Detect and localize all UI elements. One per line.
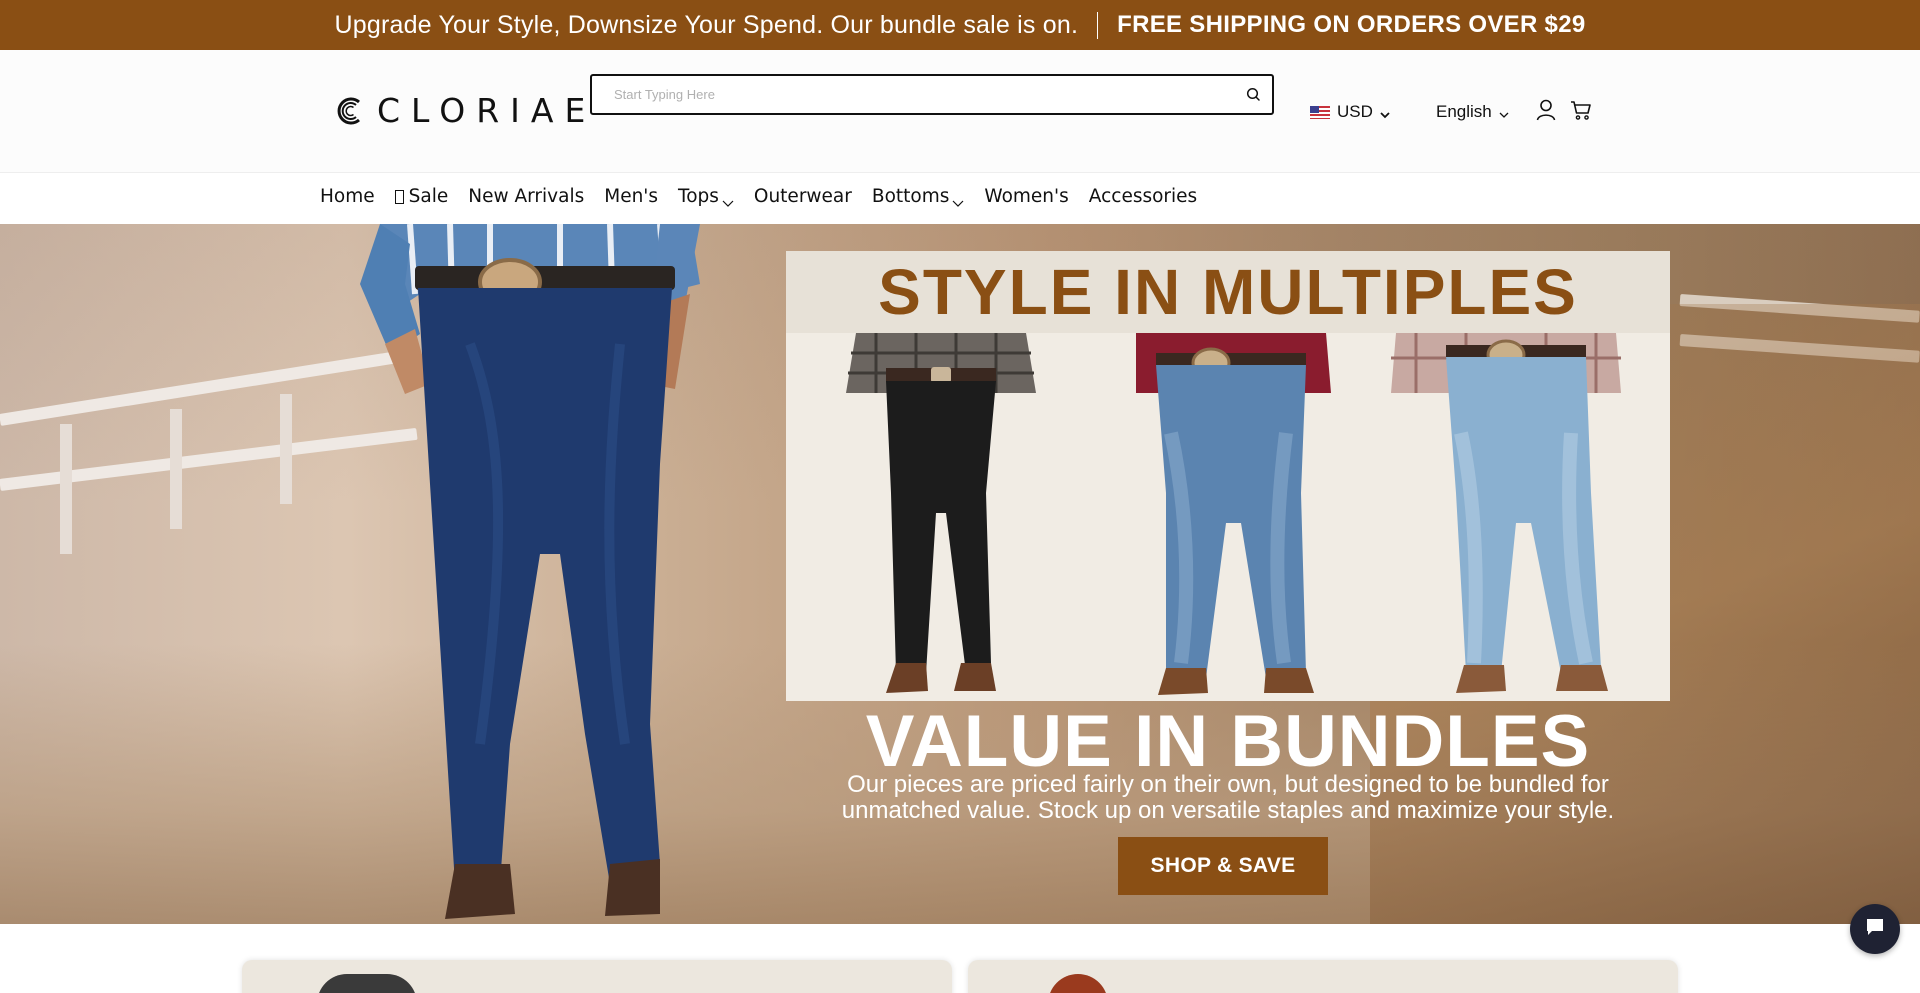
user-icon[interactable] bbox=[1535, 98, 1557, 122]
card-product-image bbox=[1048, 974, 1108, 993]
hero-banner: STYLE IN MULTIPLES VALUE IN BUNDLES Our … bbox=[0, 224, 1920, 924]
chevron-down-icon bbox=[1379, 106, 1391, 119]
search-box bbox=[590, 74, 1274, 115]
logo-mark-icon bbox=[335, 96, 365, 126]
nav-item-label: Accessories bbox=[1088, 186, 1198, 207]
announcement-bar: Upgrade Your Style, Downsize Your Spend.… bbox=[0, 0, 1920, 50]
nav-item-label: New Arrivals bbox=[468, 186, 585, 207]
nav-item-label: Tops bbox=[678, 186, 719, 207]
shop-and-save-button[interactable]: SHOP & SAVE bbox=[1118, 837, 1328, 895]
nav-item-outerwear[interactable]: Outerwear bbox=[754, 186, 852, 207]
site-logo[interactable]: CLORIAE bbox=[335, 94, 596, 127]
nav-item-label: Women's bbox=[984, 186, 1069, 207]
nav-item-label: Men's bbox=[604, 186, 659, 207]
bundle-promo-panel: STYLE IN MULTIPLES bbox=[786, 251, 1670, 701]
logo-text: CLORIAE bbox=[377, 91, 597, 130]
panel-title-band: STYLE IN MULTIPLES bbox=[786, 251, 1670, 333]
nav-item-label: Outerwear bbox=[753, 186, 852, 207]
hero-description: Our pieces are priced fairly on their ow… bbox=[841, 771, 1615, 824]
search-input[interactable] bbox=[592, 76, 1212, 113]
sale-icon bbox=[394, 189, 404, 204]
currency-label: USD bbox=[1337, 102, 1373, 121]
nav-item-bottoms[interactable]: Bottoms bbox=[872, 186, 965, 207]
nav-item-new-arrivals[interactable]: New Arrivals bbox=[468, 186, 584, 207]
chevron-down-icon bbox=[1498, 106, 1510, 118]
announcement-divider bbox=[1097, 11, 1099, 39]
nav-item-accessories[interactable]: Accessories bbox=[1089, 186, 1197, 207]
chevron-down-icon bbox=[952, 192, 964, 207]
chat-launcher-button[interactable] bbox=[1850, 904, 1900, 954]
chat-icon bbox=[1863, 915, 1887, 944]
language-selector[interactable]: English bbox=[1436, 102, 1510, 122]
announcement-shipping-text: FREE SHIPPING ON ORDERS OVER $29 bbox=[1117, 11, 1586, 38]
site-header: CLORIAE USD English bbox=[0, 50, 1920, 172]
nav-item-label: Sale bbox=[408, 186, 449, 207]
announcement-promo-text: Upgrade Your Style, Downsize Your Spend.… bbox=[334, 10, 1079, 39]
panel-title: STYLE IN MULTIPLES bbox=[878, 256, 1578, 328]
search-icon[interactable] bbox=[1245, 86, 1262, 103]
main-nav: Home Sale New Arrivals Men's Tops Outerw… bbox=[0, 172, 1920, 224]
chevron-down-icon bbox=[722, 192, 734, 207]
collection-card[interactable] bbox=[968, 960, 1678, 993]
currency-selector[interactable]: USD bbox=[1310, 102, 1391, 122]
bundle-models-image bbox=[786, 333, 1670, 701]
collection-cards bbox=[0, 924, 1920, 993]
nav-item-womens[interactable]: Women's bbox=[984, 186, 1068, 207]
cart-icon[interactable] bbox=[1570, 99, 1592, 121]
nav-item-label: Home bbox=[320, 186, 375, 207]
nav-item-label: Bottoms bbox=[871, 186, 950, 207]
nav-item-mens[interactable]: Men's bbox=[604, 186, 658, 207]
us-flag-icon bbox=[1310, 105, 1330, 119]
card-product-image bbox=[317, 974, 417, 993]
nav-item-tops[interactable]: Tops bbox=[678, 186, 734, 207]
nav-item-home[interactable]: Home bbox=[320, 186, 375, 207]
language-label: English bbox=[1436, 102, 1492, 121]
collection-card[interactable] bbox=[242, 960, 952, 993]
hero-model-image bbox=[360, 224, 700, 919]
nav-item-sale[interactable]: Sale bbox=[394, 186, 449, 207]
